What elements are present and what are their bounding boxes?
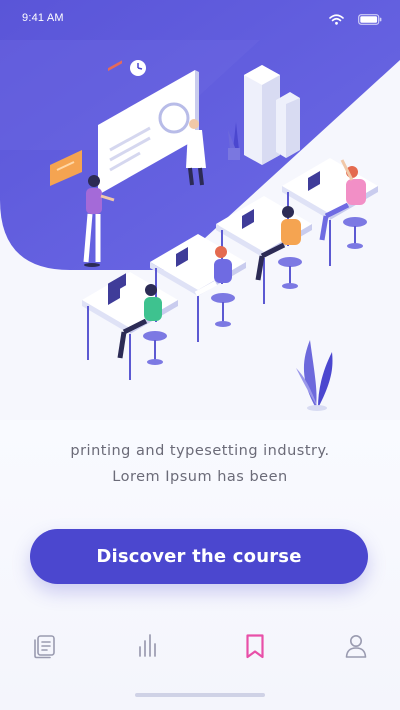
clock-icon <box>130 60 146 76</box>
courses-icon <box>30 632 58 665</box>
home-indicator[interactable] <box>135 693 265 697</box>
description-line-2: Lorem Ipsum has been <box>112 469 288 485</box>
bottom-nav <box>0 620 400 676</box>
stats-icon <box>134 632 162 665</box>
description-text: printing and typesetting industry. Lorem… <box>0 438 400 490</box>
nav-item-profile[interactable] <box>336 630 376 666</box>
profile-icon <box>342 632 370 665</box>
wifi-icon <box>329 12 344 30</box>
office-team-illustration <box>0 0 400 420</box>
hero-illustration <box>0 0 400 420</box>
status-time: 9:41 AM <box>22 12 64 24</box>
discover-course-button[interactable]: Discover the course <box>30 529 368 584</box>
nav-item-stats[interactable] <box>128 630 168 666</box>
status-bar: 9:41 AM <box>0 0 400 40</box>
battery-icon <box>358 12 382 30</box>
nav-item-courses[interactable] <box>24 630 64 666</box>
nav-item-bookmarks[interactable] <box>235 630 275 666</box>
bookmark-icon <box>241 632 269 665</box>
status-icons <box>329 12 382 30</box>
onboarding-screen: 9:41 AM printing and typesetting industr… <box>0 0 400 710</box>
description-line-1: printing and typesetting industry. <box>70 443 330 459</box>
